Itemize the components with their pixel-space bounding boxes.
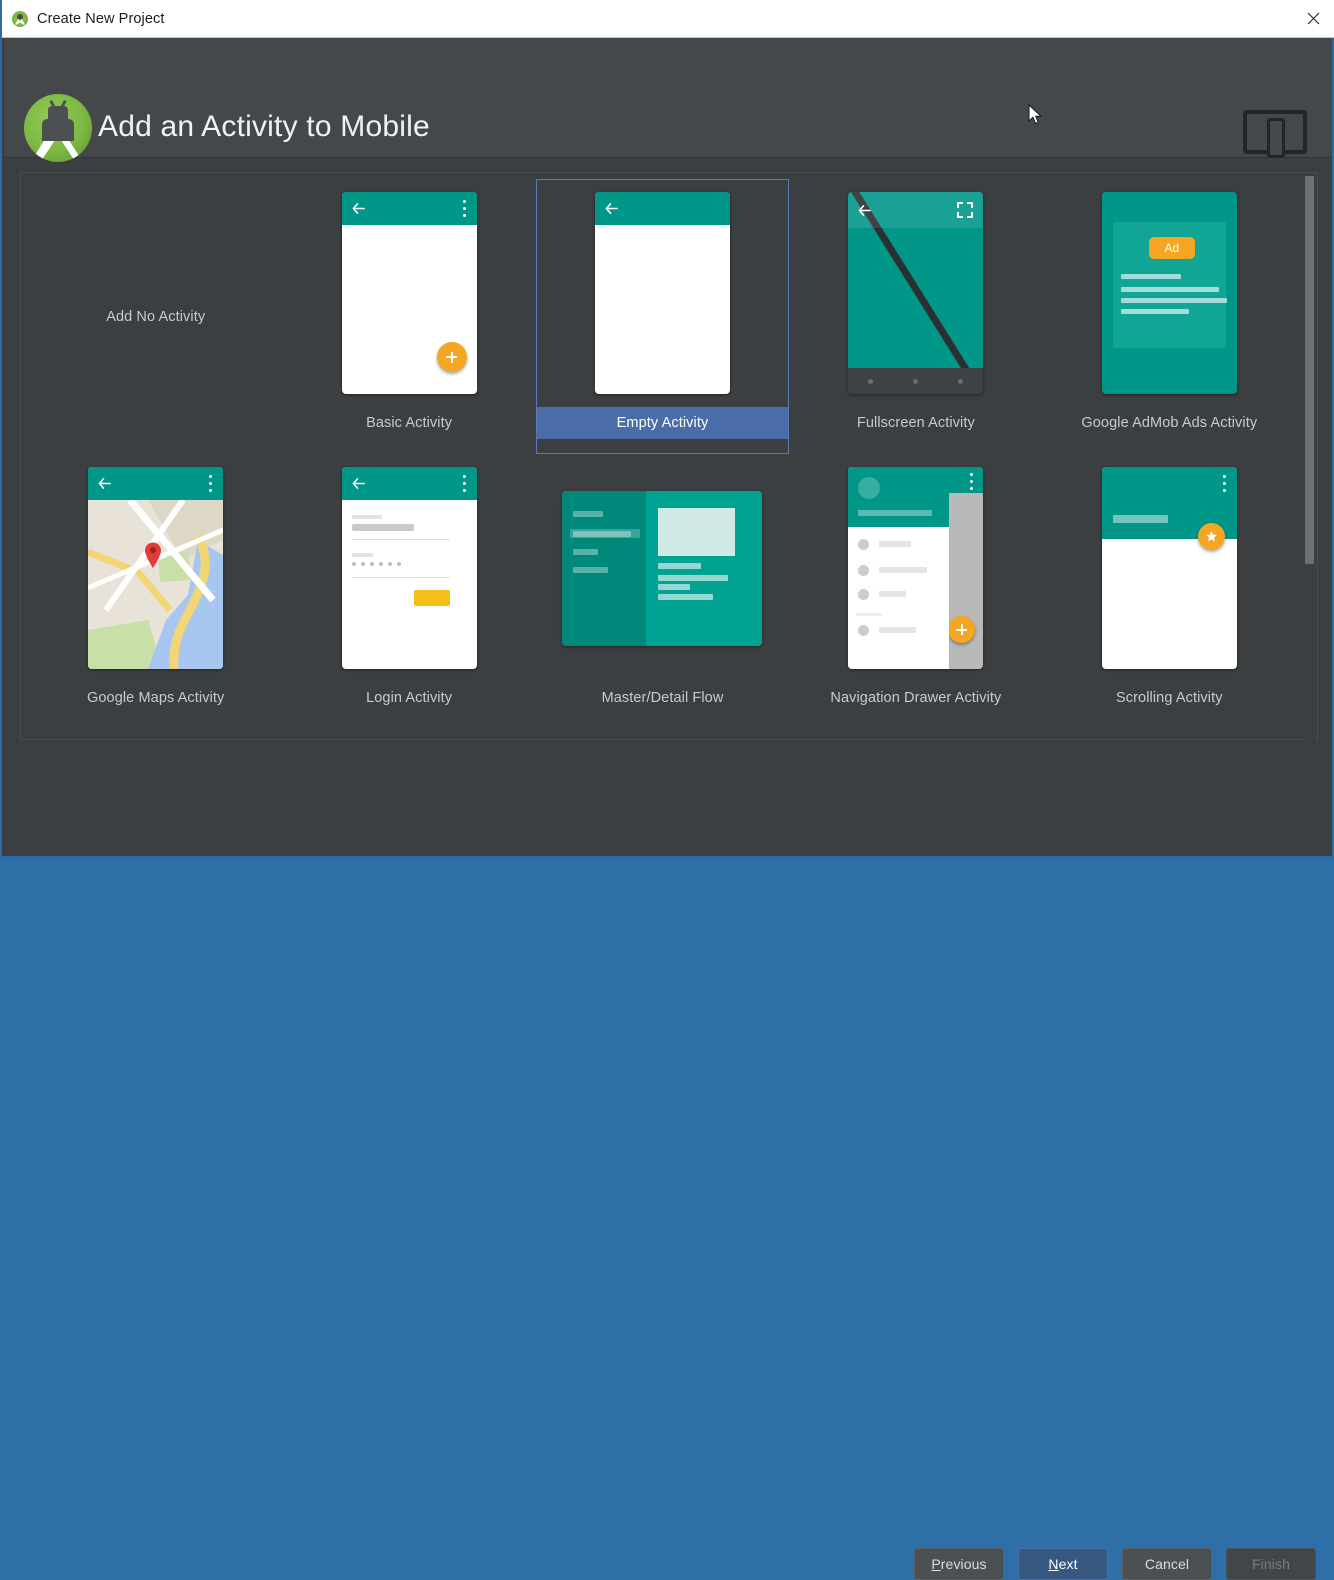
back-arrow-icon: [352, 203, 365, 214]
template-label: Google Maps Activity: [86, 690, 225, 706]
wizard-header: Add an Activity to Mobile: [4, 38, 1332, 162]
android-studio-logo-icon: [24, 94, 92, 162]
floating-action-button: [1197, 523, 1225, 550]
template-thumbnail: [282, 179, 535, 407]
template-thumbnail: [789, 179, 1042, 407]
avatar: [858, 477, 881, 499]
email-field-label: [351, 515, 382, 519]
template-add-no-activity[interactable]: Add No Activity: [29, 179, 282, 454]
overflow-menu-icon: [462, 200, 467, 217]
template-label: Empty Activity: [535, 407, 790, 439]
dialog-footer: Previous Next Cancel Finish: [2, 742, 1332, 1580]
overflow-menu-icon: [970, 473, 974, 490]
create-new-project-dialog: Create New Project Add an Activity to Mo…: [0, 0, 1334, 1580]
map-pin-icon: [145, 542, 162, 568]
finish-button-label: Finish: [1252, 1556, 1290, 1572]
overflow-menu-icon: [1222, 475, 1227, 492]
back-arrow-icon: [858, 205, 872, 216]
template-login-activity[interactable]: Login Activity: [282, 454, 535, 729]
detail-pane: [646, 490, 763, 646]
page-title: Add an Activity to Mobile: [98, 110, 430, 143]
fullscreen-expand-icon: [957, 202, 974, 218]
scrolling-activity-preview: [1101, 467, 1237, 669]
cancel-button[interactable]: Cancel: [1122, 1548, 1212, 1580]
template-thumbnail: [536, 454, 789, 682]
tablet-phone-device-icon: [1243, 106, 1307, 158]
cancel-button-label: Cancel: [1144, 1556, 1190, 1572]
template-grid: Add No Activity Basic Activity Empty Act…: [21, 173, 1304, 729]
empty-activity-preview: [594, 192, 730, 394]
template-thumbnail: [536, 179, 789, 407]
sign-in-button: [413, 590, 450, 606]
drawer-header: [848, 467, 950, 527]
toolbar-title: [1112, 515, 1168, 523]
template-label: Fullscreen Activity: [856, 415, 975, 431]
maps-activity-preview: [88, 467, 224, 669]
map-graphic: [88, 500, 224, 669]
template-google-maps-activity[interactable]: Google Maps Activity: [29, 454, 282, 729]
template-label: Google AdMob Ads Activity: [1081, 415, 1258, 431]
template-basic-activity[interactable]: Basic Activity: [282, 179, 535, 454]
detail-image-placeholder: [658, 507, 736, 556]
password-field-value: [351, 562, 401, 566]
template-fullscreen-activity[interactable]: Fullscreen Activity: [789, 179, 1042, 454]
master-list-pane: [562, 490, 647, 646]
scrollbar-thumb[interactable]: [1305, 176, 1314, 564]
template-grid-viewport: Add No Activity Basic Activity Empty Act…: [21, 173, 1304, 739]
next-button[interactable]: Next: [1018, 1548, 1108, 1580]
basic-activity-preview: [341, 192, 477, 394]
fullscreen-activity-preview: [848, 192, 984, 394]
password-field-underline: [351, 577, 450, 578]
template-empty-activity[interactable]: Empty Activity: [535, 179, 790, 454]
template-thumbnail: [282, 454, 535, 682]
template-label: Scrolling Activity: [1116, 690, 1223, 706]
template-thumbnail: Ad: [1043, 179, 1296, 407]
map-canvas: [88, 500, 224, 669]
android-studio-icon: [12, 10, 28, 27]
previous-button[interactable]: Previous: [914, 1548, 1004, 1580]
activity-template-gallery: Add No Activity Basic Activity Empty Act…: [20, 172, 1318, 740]
close-icon[interactable]: [1290, 0, 1334, 37]
window-title: Create New Project: [37, 10, 165, 27]
template-label: Login Activity: [366, 690, 453, 706]
back-arrow-icon: [98, 478, 112, 489]
template-navigation-drawer-activity[interactable]: Navigation Drawer Activity: [789, 454, 1042, 729]
template-scrolling-activity[interactable]: Scrolling Activity: [1043, 454, 1296, 729]
floating-action-button: [436, 342, 467, 372]
template-google-admob-ads-activity[interactable]: Ad Google AdMob Ads Activity: [1043, 179, 1296, 454]
login-activity-preview: [341, 467, 477, 669]
ad-card: Ad: [1112, 222, 1227, 348]
finish-button: Finish: [1226, 1548, 1316, 1580]
star-icon: [1205, 531, 1217, 542]
previous-button-label: Previous: [931, 1556, 987, 1572]
next-button-label: Next: [1048, 1556, 1078, 1572]
template-label: Master/Detail Flow: [601, 690, 724, 706]
system-nav-bar: [848, 368, 984, 394]
email-field-value: [351, 524, 414, 531]
overflow-menu-icon: [209, 475, 213, 492]
template-label: Add No Activity: [106, 308, 206, 325]
email-field-underline: [351, 539, 450, 540]
template-label: Navigation Drawer Activity: [830, 690, 1002, 706]
overflow-menu-icon: [462, 475, 467, 492]
vertical-scrollbar[interactable]: [1303, 174, 1316, 740]
template-label: Basic Activity: [366, 415, 453, 431]
password-field-label: [351, 553, 373, 557]
back-arrow-icon: [605, 203, 618, 214]
drawer-panel: [848, 467, 950, 669]
admob-activity-preview: Ad: [1101, 192, 1237, 394]
template-thumbnail: [29, 454, 282, 682]
template-thumbnail: [789, 454, 1042, 682]
navigation-drawer-preview: [848, 467, 984, 669]
template-master-detail-flow[interactable]: Master/Detail Flow: [536, 454, 789, 729]
floating-action-button: [948, 616, 976, 643]
master-detail-preview: [562, 490, 763, 646]
back-arrow-icon: [352, 478, 365, 489]
drawer-account-name: [858, 510, 933, 516]
template-thumbnail: [1043, 454, 1296, 682]
ad-badge: Ad: [1148, 237, 1195, 259]
window-title-bar: Create New Project: [2, 0, 1334, 38]
